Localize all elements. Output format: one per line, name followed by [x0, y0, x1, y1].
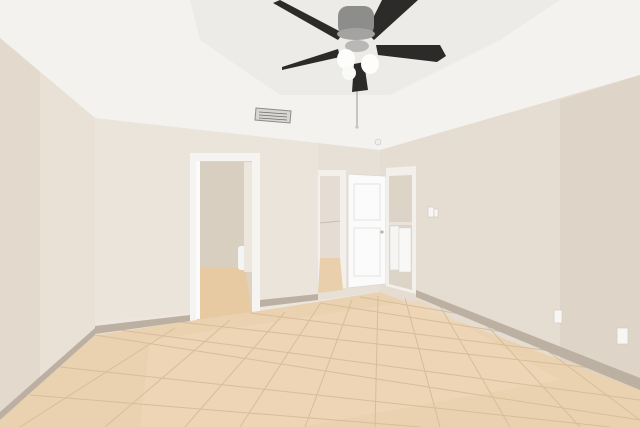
fan-light-bulb-lower: [342, 66, 356, 80]
outlet-right-2: [616, 327, 629, 345]
bathroom-floor: [197, 268, 252, 320]
fan-light-bulb-left: [337, 49, 355, 69]
washer: [389, 225, 400, 271]
fan-hub-ring: [337, 28, 375, 40]
left-wall-shade: [0, 38, 40, 420]
fan-pull-chain-end: [355, 125, 359, 129]
closet-interior: [320, 176, 340, 258]
bedroom-scene: [0, 0, 640, 427]
door-knob: [380, 230, 384, 234]
bathroom-side-wall: [244, 162, 252, 272]
outlet-right-1: [553, 309, 563, 324]
room-illustration: [0, 0, 640, 427]
light-switch: [427, 206, 435, 218]
laundry-shelf: [389, 222, 412, 225]
fan-light-bulb-right: [361, 54, 379, 74]
light-switch-2: [433, 208, 439, 218]
smoke-detector: [374, 138, 382, 146]
closet-floor: [318, 258, 343, 293]
bathroom-door-leaf: [196, 161, 200, 319]
dryer: [398, 227, 412, 273]
